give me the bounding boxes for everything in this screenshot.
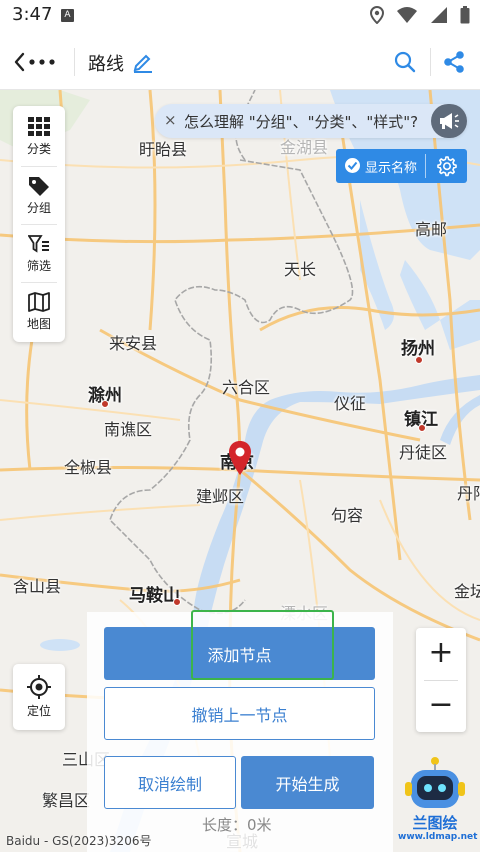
status-bar: 3:47 A xyxy=(0,0,480,34)
share-button[interactable] xyxy=(442,50,466,78)
zoom-control: + − xyxy=(416,628,466,732)
cancel-drawing-button[interactable]: 取消绘制 xyxy=(104,756,236,809)
location-pin-icon[interactable] xyxy=(228,440,252,476)
filter-button[interactable]: 筛选 xyxy=(13,225,65,283)
app-notification-icon: A xyxy=(61,9,74,22)
filter-label: 筛选 xyxy=(26,259,51,273)
pencil-icon xyxy=(133,54,152,73)
crosshair-icon xyxy=(27,675,51,699)
hint-text[interactable]: 怎么理解 "分组"、"分类"、"样式"? xyxy=(184,111,418,132)
show-name-label: 显示名称 xyxy=(365,161,418,176)
zoom-out-button[interactable]: − xyxy=(416,680,466,732)
tag-icon xyxy=(29,177,49,196)
undo-last-node-button[interactable]: 撤销上一节点 xyxy=(104,687,375,740)
logo-url: www.ldmap.net xyxy=(398,832,478,842)
megaphone-icon xyxy=(440,113,459,129)
city-marker xyxy=(418,424,426,432)
start-generate-button[interactable]: 开始生成 xyxy=(241,756,374,809)
search-button[interactable] xyxy=(394,51,416,77)
close-hint-button[interactable]: × xyxy=(164,111,177,129)
category-label: 分类 xyxy=(26,142,51,156)
top-toolbar: 路线 xyxy=(0,34,480,90)
robot-icon xyxy=(405,757,465,808)
city-marker xyxy=(101,400,109,408)
toolbar-divider xyxy=(430,48,431,76)
map-icon xyxy=(28,292,50,312)
locate-label: 定位 xyxy=(26,704,51,718)
category-button[interactable]: 分类 xyxy=(13,108,65,166)
gear-icon xyxy=(437,156,457,177)
share-icon xyxy=(444,51,464,73)
back-more-icon xyxy=(14,52,55,72)
map-label-gaoyou: 高邮 xyxy=(415,220,448,239)
show-name-toggle[interactable]: 显示名称 xyxy=(336,149,467,183)
help-hint-banner[interactable]: × 怎么理解 "分组"、"分类"、"样式"? xyxy=(155,104,467,138)
locate-button[interactable]: 定位 xyxy=(13,664,65,730)
signal-icon xyxy=(431,7,447,23)
announcement-button[interactable] xyxy=(431,104,467,138)
map-label-jianye: 建邺区 xyxy=(196,487,245,506)
edit-title-button[interactable] xyxy=(132,51,154,77)
basemap-button[interactable]: 地图 xyxy=(13,283,65,341)
city-marker xyxy=(415,356,423,364)
group-button[interactable]: 分组 xyxy=(13,167,65,225)
city-marker xyxy=(173,598,181,606)
grid-icon xyxy=(28,117,50,136)
map-label-nanqiao: 南谯区 xyxy=(104,420,153,439)
divider xyxy=(425,154,426,178)
group-label: 分组 xyxy=(26,201,51,215)
filter-icon xyxy=(28,235,49,253)
toolbar-divider xyxy=(74,48,75,76)
map-label-hanshan: 含山县 xyxy=(13,577,62,596)
brand-logo[interactable]: 兰图绘 www.ldmap.net xyxy=(398,756,478,848)
map-label-fanchang: 繁昌区 xyxy=(42,791,91,810)
back-button[interactable] xyxy=(14,48,60,76)
map-label-xuyi: 盱眙县 xyxy=(139,140,188,159)
page-title: 路线 xyxy=(88,54,124,75)
zoom-in-button[interactable]: + xyxy=(416,628,466,680)
route-length: 长度：0米 xyxy=(202,816,272,834)
logo-name: 兰图绘 xyxy=(412,814,458,832)
map-label-yizheng: 仪征 xyxy=(334,394,367,413)
map-attribution: Baidu - GS(2023)3206号 xyxy=(6,834,152,848)
focus-highlight xyxy=(191,610,334,680)
status-time: 3:47 xyxy=(12,4,53,25)
location-icon xyxy=(370,6,384,24)
left-tool-panel: 分类 分组 筛选 地图 xyxy=(13,106,65,342)
map-label-jintan: 金坛 xyxy=(454,582,480,601)
map-label-quanjiao: 全椒县 xyxy=(64,458,113,477)
battery-icon xyxy=(460,6,470,24)
checkbox-checked-icon xyxy=(345,158,360,173)
map-label-laian: 来安县 xyxy=(109,334,158,353)
map-label-tianchang: 天长 xyxy=(284,260,317,279)
map-label-dantu: 丹徒区 xyxy=(399,443,448,462)
wifi-icon xyxy=(397,7,417,23)
search-icon xyxy=(394,51,416,73)
map-label-danyang: 丹阳 xyxy=(457,484,480,503)
map-label-jurong: 句容 xyxy=(331,506,364,525)
label-settings-button[interactable] xyxy=(435,155,457,181)
map-label-liuhe: 六合区 xyxy=(222,378,271,397)
basemap-label: 地图 xyxy=(26,317,51,331)
